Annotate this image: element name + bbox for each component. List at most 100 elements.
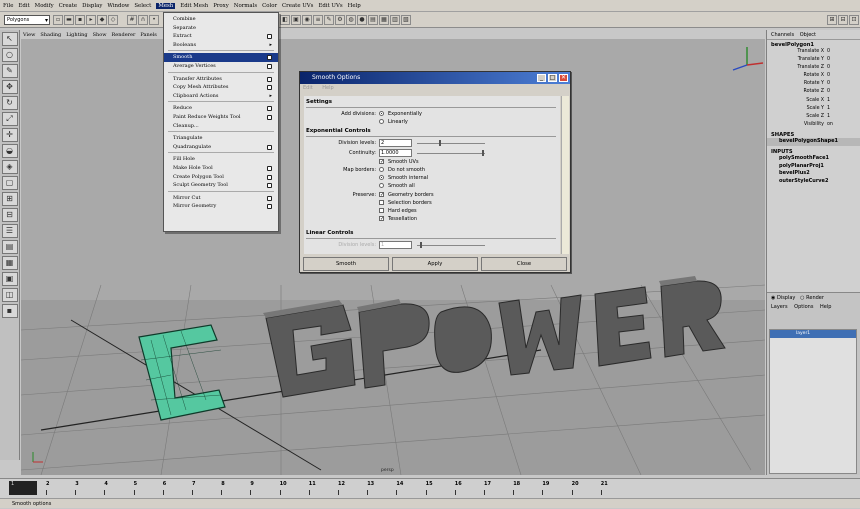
panel-layout-icon[interactable]: ⊞ (827, 14, 837, 25)
tool-settings-icon[interactable]: ⚙ (335, 14, 345, 25)
continuity-field[interactable]: 1.0000 (379, 149, 412, 157)
attribute-value[interactable]: 1 (827, 105, 830, 113)
mesh-menu-item-copy-mesh-attributes[interactable]: Copy Mesh Attributes (164, 83, 278, 92)
dialog-scrollbar[interactable] (561, 96, 569, 254)
attribute-editor-icon[interactable]: ✎ (324, 14, 334, 25)
mesh-menu-item-extract[interactable]: Extract (164, 32, 278, 41)
menu-mesh[interactable]: Mesh (156, 2, 176, 9)
option-box-icon[interactable] (267, 174, 272, 180)
menu-help[interactable]: Help (348, 3, 361, 9)
division-levels-slider-handle[interactable] (439, 140, 441, 146)
smooth-button[interactable]: Smooth (303, 257, 389, 271)
layer-menu-help[interactable]: Help (820, 304, 831, 310)
channel-box-icon[interactable]: ▧ (401, 14, 411, 25)
input-node[interactable]: polyPlanarProj1 (767, 163, 860, 171)
option-box-icon[interactable] (267, 85, 272, 91)
input-node[interactable]: polySmoothFace1 (767, 155, 860, 163)
select-hierarchy-icon[interactable]: ▸ (86, 14, 96, 25)
select-object-icon[interactable]: ◆ (97, 14, 107, 25)
render-radio[interactable]: ○ (797, 295, 806, 301)
radio-do-not-smooth[interactable] (379, 167, 384, 172)
linear-division-field[interactable]: 1 (379, 241, 412, 249)
mesh-menu-item-mirror-geometry[interactable]: Mirror Geometry (164, 202, 278, 211)
new-scene-icon[interactable]: ▫ (53, 14, 63, 25)
snap-point-icon[interactable]: • (149, 14, 159, 25)
maximize-icon[interactable]: □ (548, 74, 557, 82)
save-scene-icon[interactable]: ▪ (75, 14, 85, 25)
linear-division-slider-handle[interactable] (420, 242, 422, 248)
minimize-icon[interactable]: _ (537, 74, 546, 82)
select-component-icon[interactable]: ◇ (108, 14, 118, 25)
snap-curve-icon[interactable]: ∩ (138, 14, 148, 25)
mesh-menu-item-sculpt-geometry-tool[interactable]: Sculpt Geometry Tool (164, 181, 278, 190)
ipr-icon[interactable]: ◉ (302, 14, 312, 25)
option-box-icon[interactable] (267, 114, 272, 120)
dialog-titlebar[interactable]: Smooth Options _ □ ✕ (300, 72, 570, 84)
option-box-icon[interactable] (267, 195, 272, 201)
attribute-value[interactable]: 0 (827, 48, 830, 56)
attribute-value[interactable]: 0 (827, 80, 830, 88)
option-box-icon[interactable] (267, 76, 272, 82)
layout-graph-icon[interactable]: ▤ (1, 240, 18, 254)
mesh-menu-item-combine[interactable]: Combine (164, 15, 278, 24)
menu-window[interactable]: Window (107, 3, 129, 9)
apply-button[interactable]: Apply (392, 257, 478, 271)
batch-render-icon[interactable]: ▥ (390, 14, 400, 25)
layer-menu-options[interactable]: Options (794, 304, 813, 310)
option-box-icon[interactable] (267, 106, 272, 112)
manipulator-icon[interactable]: ✛ (1, 128, 18, 142)
division-levels-slider[interactable] (417, 143, 485, 144)
mesh-menu-item-clipboard-actions[interactable]: Clipboard Actions ▸ (164, 92, 278, 101)
channel-toggle-icon[interactable]: ⊟ (838, 14, 848, 25)
channel-attribute-row[interactable]: Rotate Z0 (767, 88, 860, 96)
menu-color[interactable]: Color (262, 3, 277, 9)
menu-create-uvs[interactable]: Create UVs (282, 3, 313, 9)
soft-mod-icon[interactable]: ◒ (1, 144, 18, 158)
time-slider[interactable]: 1 2 3 4 5 6 7 8 9 10 11 12 13 14 15 16 17 18 19 20 21 (0, 478, 860, 498)
hard-edges-checkbox[interactable] (379, 208, 384, 213)
option-box-icon[interactable] (267, 34, 272, 40)
mesh-menu-item-transfer-attributes[interactable]: Transfer Attributes (164, 75, 278, 84)
option-box-icon[interactable] (267, 183, 272, 189)
input-node[interactable]: outerStyleCurve2 (767, 178, 860, 186)
mesh-menu-item-separate[interactable]: Separate (164, 24, 278, 33)
option-box-icon[interactable] (267, 144, 272, 150)
layout-hypergraph-icon[interactable]: ▦ (1, 256, 18, 270)
radio-linearly[interactable] (379, 119, 384, 124)
radio-smooth-internal[interactable] (379, 175, 384, 180)
menu-create[interactable]: Create (59, 3, 77, 9)
attribute-value[interactable]: 1 (827, 113, 830, 121)
mesh-menu-item-triangulate[interactable]: Triangulate (164, 134, 278, 143)
channel-attribute-row[interactable]: Rotate X0 (767, 72, 860, 80)
scale-tool-icon[interactable]: ⤢ (1, 112, 18, 126)
channel-attribute-row[interactable]: Translate Z0 (767, 64, 860, 72)
layout-two-icon[interactable]: ⊟ (1, 208, 18, 222)
tab-object[interactable]: Object (800, 32, 816, 38)
lasso-tool-icon[interactable]: ○ (1, 48, 18, 62)
menu-proxy[interactable]: Proxy (213, 3, 229, 9)
mesh-menu-item-smooth[interactable]: Smooth (164, 53, 278, 62)
menu-select[interactable]: Select (134, 3, 151, 9)
open-scene-icon[interactable]: ▬ (64, 14, 74, 25)
layout-single-icon[interactable]: ▢ (1, 176, 18, 190)
layer-menu-layers[interactable]: Layers (771, 304, 788, 310)
radio-smooth-all[interactable] (379, 183, 384, 188)
dialog-menu-help[interactable]: Help (322, 85, 333, 91)
linear-division-slider[interactable] (417, 245, 485, 246)
selection-borders-checkbox[interactable] (379, 200, 384, 205)
attribute-value[interactable]: 1 (827, 97, 830, 105)
attribute-value[interactable]: on (827, 121, 833, 129)
tab-channels[interactable]: Channels (771, 32, 794, 38)
channel-attribute-row[interactable]: Rotate Y0 (767, 80, 860, 88)
mesh-menu-item-average-vertices[interactable]: Average Vertices (164, 62, 278, 71)
mesh-menu-item-quadrangulate[interactable]: Quadrangulate (164, 143, 278, 152)
last-tool-icon[interactable]: ◈ (1, 160, 18, 174)
move-tool-icon[interactable]: ✥ (1, 80, 18, 94)
dialog-menu-edit[interactable]: Edit (303, 85, 313, 91)
geometry-borders-checkbox[interactable]: ✓ (379, 192, 384, 198)
paint-select-icon[interactable]: ✎ (1, 64, 18, 78)
mesh-menu-item-make-hole-tool[interactable]: Make Hole Tool (164, 164, 278, 173)
mesh-menu-item-reduce[interactable]: Reduce (164, 104, 278, 113)
continuity-slider[interactable] (417, 153, 485, 154)
construction-history-icon[interactable]: ≡ (313, 14, 323, 25)
